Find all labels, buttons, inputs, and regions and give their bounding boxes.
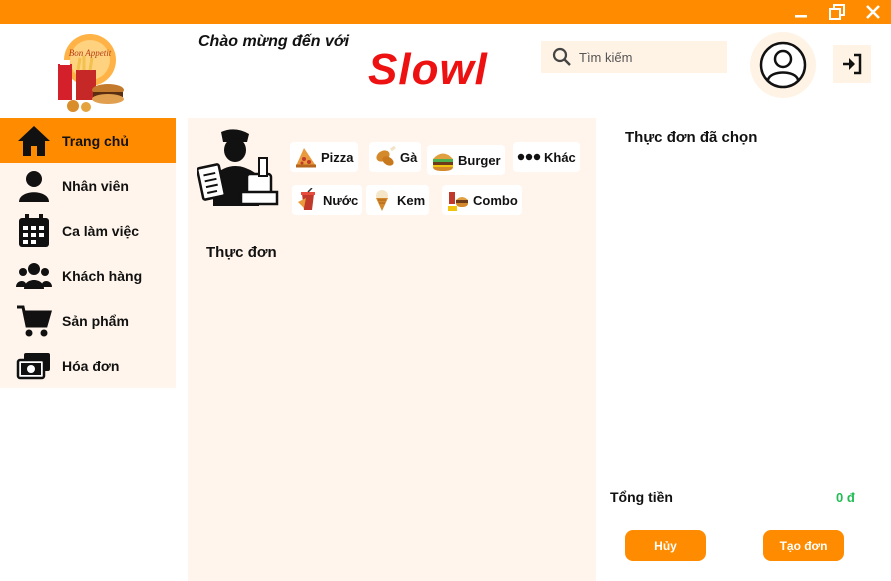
total-value: 0 đ <box>836 490 855 505</box>
search-icon[interactable] <box>551 46 573 68</box>
category-label: Pizza <box>321 149 354 165</box>
minimize-icon <box>795 15 807 18</box>
home-icon <box>16 123 52 159</box>
sidebar-item-label: Khách hàng <box>62 267 143 284</box>
chicken-icon <box>373 145 397 169</box>
menu-title: Thực đơn <box>206 244 277 261</box>
waiter-icon <box>196 128 279 208</box>
welcome-text: Chào mừng đến với <box>198 33 350 50</box>
category-label: Nước <box>323 192 359 208</box>
category-label: Kem <box>397 192 426 208</box>
sidebar-item-label: Trang chủ <box>62 132 129 149</box>
sidebar-item-invoices[interactable]: Hóa đơn <box>0 343 176 388</box>
close-icon <box>866 5 880 19</box>
restore-button[interactable] <box>820 0 854 24</box>
ice-cream-icon <box>370 188 394 212</box>
category-label: Khác <box>544 149 576 165</box>
category-label: Combo <box>473 192 518 208</box>
total-label: Tổng tiền <box>610 489 673 505</box>
category-ice-cream[interactable]: Kem <box>366 185 430 215</box>
logo: Bon Appetit <box>48 30 132 114</box>
logout-icon <box>843 53 862 75</box>
users-icon <box>16 258 52 294</box>
category-other[interactable]: Khác <box>513 142 580 172</box>
sidebar-item-shifts[interactable]: Ca làm việc <box>0 208 176 253</box>
close-button[interactable] <box>856 0 890 24</box>
avatar[interactable] <box>750 32 816 98</box>
svg-text:Bon Appetit: Bon Appetit <box>69 48 112 58</box>
search-input[interactable] <box>579 49 719 65</box>
cancel-button[interactable]: Hủy <box>625 530 706 561</box>
category-pizza[interactable]: Pizza <box>290 142 358 172</box>
combo-icon <box>446 188 470 212</box>
money-icon <box>16 348 52 384</box>
sidebar-item-label: Nhân viên <box>62 177 129 194</box>
category-drinks[interactable]: Nước <box>292 185 363 215</box>
brand-name: Slowl <box>368 45 488 94</box>
drink-icon <box>296 188 320 212</box>
cart-icon <box>16 303 52 339</box>
restore-icon <box>829 4 845 20</box>
more-icon <box>517 145 541 169</box>
user-avatar-icon <box>759 41 807 89</box>
user-icon <box>16 168 52 204</box>
sidebar-item-customers[interactable]: Khách hàng <box>0 253 176 298</box>
create-order-button[interactable]: Tạo đơn <box>763 530 844 561</box>
selected-menu-title: Thực đơn đã chọn <box>625 129 758 146</box>
sidebar: Trang chủ Nhân viên Ca làm việc Khách hà… <box>0 118 176 388</box>
category-combo[interactable]: Combo <box>442 185 522 215</box>
sidebar-item-label: Ca làm việc <box>62 222 140 239</box>
sidebar-item-label: Hóa đơn <box>62 357 120 374</box>
title-bar <box>0 0 891 24</box>
pizza-icon <box>294 145 318 169</box>
sidebar-item-products[interactable]: Sản phẩm <box>0 298 176 343</box>
minimize-button[interactable] <box>784 0 818 24</box>
burger-icon <box>431 148 455 172</box>
category-burger[interactable]: Burger <box>427 145 505 175</box>
sidebar-item-label: Sản phẩm <box>62 312 129 329</box>
category-label: Gà <box>400 149 418 165</box>
sidebar-item-staff[interactable]: Nhân viên <box>0 163 176 208</box>
logout-button[interactable] <box>833 45 871 83</box>
sidebar-item-home[interactable]: Trang chủ <box>0 118 176 163</box>
category-label: Burger <box>458 152 501 168</box>
category-chicken[interactable]: Gà <box>369 142 422 172</box>
calendar-icon <box>16 213 52 249</box>
search-box <box>541 41 727 73</box>
